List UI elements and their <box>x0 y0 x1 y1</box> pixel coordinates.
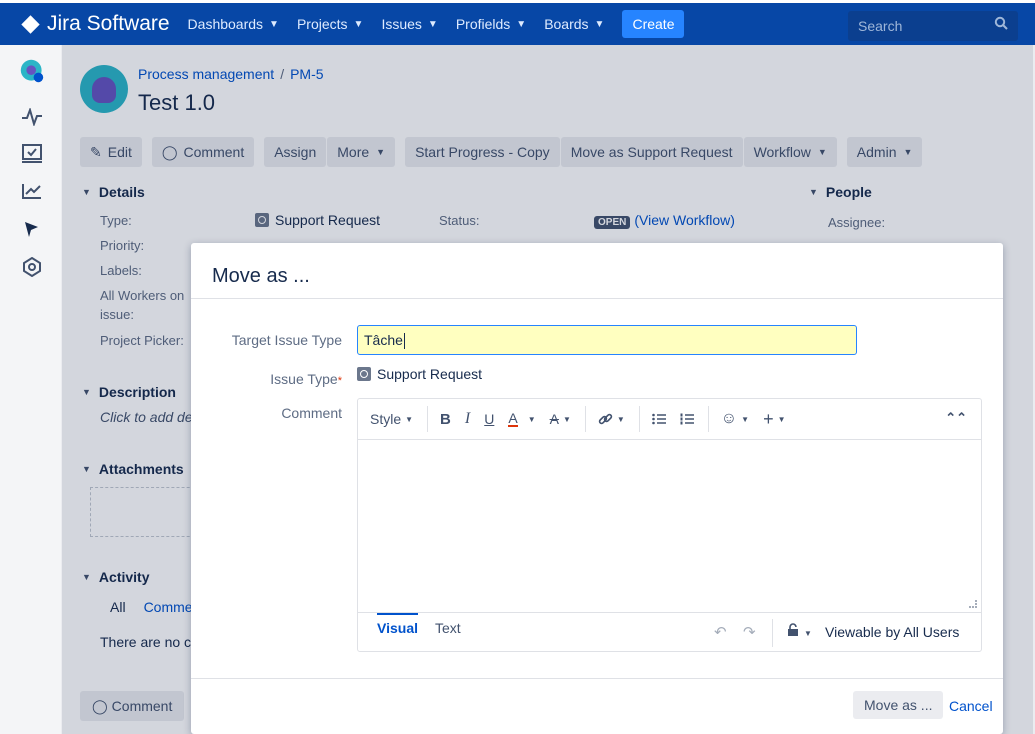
nav-boards[interactable]: Boards ▼ <box>544 16 604 32</box>
chevron-down-icon: ▼ <box>562 414 571 424</box>
editor-toolbar: Style ▼ B I U A ▼ A ▼ ▼ ☺ ▼ + ▼ ⌃⌃ <box>358 399 981 440</box>
text-caret <box>403 333 405 350</box>
text-effects-icon[interactable]: A ▼ <box>550 411 571 427</box>
divider <box>191 678 1003 679</box>
project-sidebar <box>0 45 62 734</box>
redo-icon[interactable]: ↷ <box>743 623 756 641</box>
chevron-down-icon: ▼ <box>269 18 279 30</box>
divider <box>191 298 1003 299</box>
toolbar-separator <box>427 406 429 432</box>
emoji-icon[interactable]: ☺ ▼ <box>721 410 749 428</box>
move-as-button[interactable]: Move as ... <box>853 691 944 719</box>
comment-editor: Style ▼ B I U A ▼ A ▼ ▼ ☺ ▼ + ▼ ⌃⌃ Visual Tex… <box>357 398 982 652</box>
nav-dashboards[interactable]: Dashboards ▼ <box>188 16 279 32</box>
nav-issues[interactable]: Issues ▼ <box>381 16 437 32</box>
undo-icon[interactable]: ↶ <box>714 623 727 641</box>
toolbar-separator <box>638 406 640 432</box>
nav-profields[interactable]: Profields ▼ <box>456 16 526 32</box>
issue-type-label: Issue Type* <box>270 371 342 387</box>
target-issue-type-input[interactable]: Tâche <box>357 325 857 355</box>
italic-icon[interactable]: I <box>465 410 470 428</box>
resize-handle[interactable] <box>969 600 977 608</box>
style-dropdown[interactable]: Style ▼ <box>370 411 413 427</box>
chevron-down-icon: ▼ <box>405 414 414 424</box>
reports-icon[interactable] <box>20 179 44 203</box>
search-input[interactable]: Search <box>848 11 1018 41</box>
comment-textarea[interactable] <box>358 440 981 612</box>
chevron-down-icon: ▼ <box>353 18 364 30</box>
jira-logo[interactable]: Jira Software <box>21 12 170 36</box>
board-icon[interactable] <box>20 142 44 166</box>
toolbar-separator <box>584 406 586 432</box>
chevron-down-icon: ▼ <box>741 414 750 424</box>
footer-separator <box>772 619 773 647</box>
components-icon[interactable] <box>20 255 44 279</box>
chevron-down-icon: ▼ <box>427 18 438 30</box>
editor-footer: Visual Text ↶ ↷ ▼ Viewable by All Users <box>358 612 981 651</box>
numbered-list-icon[interactable] <box>680 413 694 425</box>
chevron-down-icon: ▼ <box>777 414 786 424</box>
search-icon <box>994 16 1008 30</box>
tab-text[interactable]: Text <box>435 620 461 636</box>
chevron-down-icon: ▼ <box>527 414 536 424</box>
bullet-list-icon[interactable] <box>651 413 666 425</box>
chevron-down-icon: ▼ <box>594 18 605 30</box>
move-as-dialog: Move as ... Target Issue Type Tâche Issu… <box>191 243 1003 734</box>
comment-label: Comment <box>281 405 342 421</box>
jira-diamond-icon <box>21 14 40 34</box>
nav-projects[interactable]: Projects ▼ <box>297 16 363 32</box>
insert-more-icon[interactable]: + ▼ <box>763 409 785 430</box>
lock-icon[interactable]: ▼ <box>786 623 812 640</box>
visibility-text: Viewable by All Users <box>825 624 960 640</box>
required-asterisk: * <box>337 375 342 387</box>
underline-icon[interactable]: U <box>484 411 494 427</box>
project-avatar-icon[interactable] <box>20 59 44 83</box>
toolbar-separator <box>707 406 709 432</box>
chevron-down-icon: ▼ <box>616 414 625 424</box>
top-navigation: Jira Software Dashboards ▼ Projects ▼ Issu… <box>0 0 1035 45</box>
chevron-down-icon: ▼ <box>516 18 527 30</box>
target-issue-type-label: Target Issue Type <box>231 332 342 348</box>
create-button[interactable]: Create <box>622 10 685 38</box>
brand-name: Jira Software <box>47 12 170 35</box>
cancel-button[interactable]: Cancel <box>949 698 993 714</box>
dialog-title: Move as ... <box>212 265 310 287</box>
link-icon[interactable]: ▼ <box>598 412 625 427</box>
releases-icon[interactable] <box>20 217 44 241</box>
text-color-icon[interactable]: A ▼ <box>508 411 536 427</box>
activity-icon[interactable] <box>20 105 44 129</box>
collapse-toolbar-icon[interactable]: ⌃⌃ <box>945 410 967 426</box>
chevron-down-icon: ▼ <box>804 628 812 638</box>
support-request-icon <box>357 367 371 381</box>
issue-type-value: Support Request <box>357 366 482 382</box>
bold-icon[interactable]: B <box>440 411 451 428</box>
tab-visual[interactable]: Visual <box>377 613 418 636</box>
